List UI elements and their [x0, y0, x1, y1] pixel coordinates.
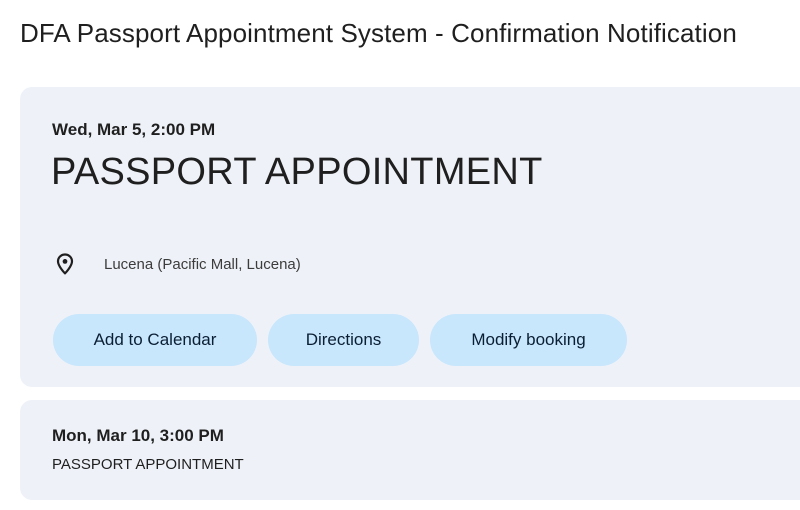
modify-booking-button[interactable]: Modify booking	[430, 314, 627, 366]
appointment-title: PASSPORT APPOINTMENT	[52, 456, 244, 473]
page-title: DFA Passport Appointment System - Confir…	[20, 18, 737, 48]
add-to-calendar-button[interactable]: Add to Calendar	[53, 314, 257, 366]
appointment-datetime: Wed, Mar 5, 2:00 PM	[52, 120, 216, 139]
appointment-card-secondary[interactable]: Mon, Mar 10, 3:00 PM PASSPORT APPOINTMEN…	[20, 400, 800, 500]
appointment-datetime: Mon, Mar 10, 3:00 PM	[52, 426, 224, 445]
location-text: Lucena (Pacific Mall, Lucena)	[104, 255, 301, 273]
directions-button[interactable]: Directions	[268, 314, 419, 366]
appointment-card-primary[interactable]: Wed, Mar 5, 2:00 PM PASSPORT APPOINTMENT…	[20, 87, 800, 387]
appointment-location: Lucena (Pacific Mall, Lucena)	[54, 253, 301, 275]
appointment-title: PASSPORT APPOINTMENT	[51, 151, 543, 193]
location-pin-icon	[54, 253, 76, 275]
appointment-actions: Add to Calendar Directions Modify bookin…	[53, 314, 627, 366]
